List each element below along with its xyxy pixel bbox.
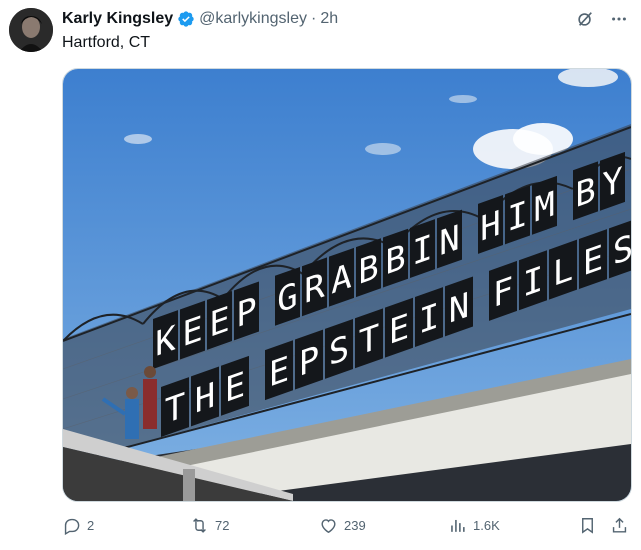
banner-letter: T [165,385,185,432]
grok-icon[interactable] [575,9,595,29]
more-icon[interactable] [609,9,629,29]
avatar[interactable] [9,8,53,52]
banner-letter: E [182,308,202,355]
bookmark-icon [582,517,593,534]
tweet-photo[interactable]: KEEPGRABBINHIMBY THEEPSTEINFILES [62,68,632,502]
banner-letter: T [359,317,379,364]
verified-badge-icon[interactable] [177,10,195,28]
banner-letter: I [419,295,439,342]
banner-letter: G [277,275,297,322]
banner-letter: B [575,169,595,216]
banner-letter: K [155,318,175,365]
banner-letter: E [389,306,409,353]
analytics-icon [451,519,465,532]
banner-letter: M [534,184,554,231]
banner-letter: I [507,193,527,240]
banner-letter: I [412,227,432,274]
share-icon [612,517,627,533]
banner-letter: B [358,246,378,293]
like-button[interactable]: 239 [319,516,366,535]
heart-icon [321,518,336,533]
banner-letter: R [304,265,325,312]
like-count: 239 [344,517,366,533]
bookmark-button[interactable] [578,516,597,535]
banner-letter: L [553,248,573,295]
banner-letter: H [195,375,215,422]
banner-letter: S [329,327,349,374]
timestamp[interactable]: 2h [320,9,338,29]
reply-button[interactable]: 2 [62,516,94,535]
banner-letter: Y [602,160,622,207]
repost-count: 72 [215,517,230,533]
author-name[interactable]: Karly Kingsley [62,9,173,29]
banner-letter: A [331,256,351,303]
views-button[interactable]: 1.6K [448,516,500,535]
banner-letter: E [209,299,229,346]
view-count: 1.6K [473,517,500,533]
banner-letter: H [480,203,500,250]
banner-letter: S [613,227,631,274]
tweet-header: Karly Kingsley @karlykingsley · 2h [62,9,338,29]
banner-letter: E [225,364,245,411]
banner-letter: E [583,237,603,284]
repost-button[interactable]: 72 [190,516,229,535]
banner-letter: N [439,217,459,264]
banner-letter: F [493,269,513,316]
banner-letter: E [269,349,289,396]
tweet-actions: 2 72 239 1.6K [62,514,630,536]
banner-letter: I [523,259,543,306]
separator-dot: · [310,10,317,27]
banner-letter: P [299,338,319,385]
repost-icon [193,517,206,533]
location-text: Hartford, CT [62,34,151,51]
share-button[interactable] [610,516,629,535]
tweet-top-actions [575,9,629,29]
banner-letter: P [236,289,256,336]
reply-count: 2 [87,517,95,533]
reply-icon [64,518,80,535]
banner-letter: B [385,236,405,283]
author-handle[interactable]: @karlykingsley [199,9,307,29]
banner-letter: N [449,285,469,332]
